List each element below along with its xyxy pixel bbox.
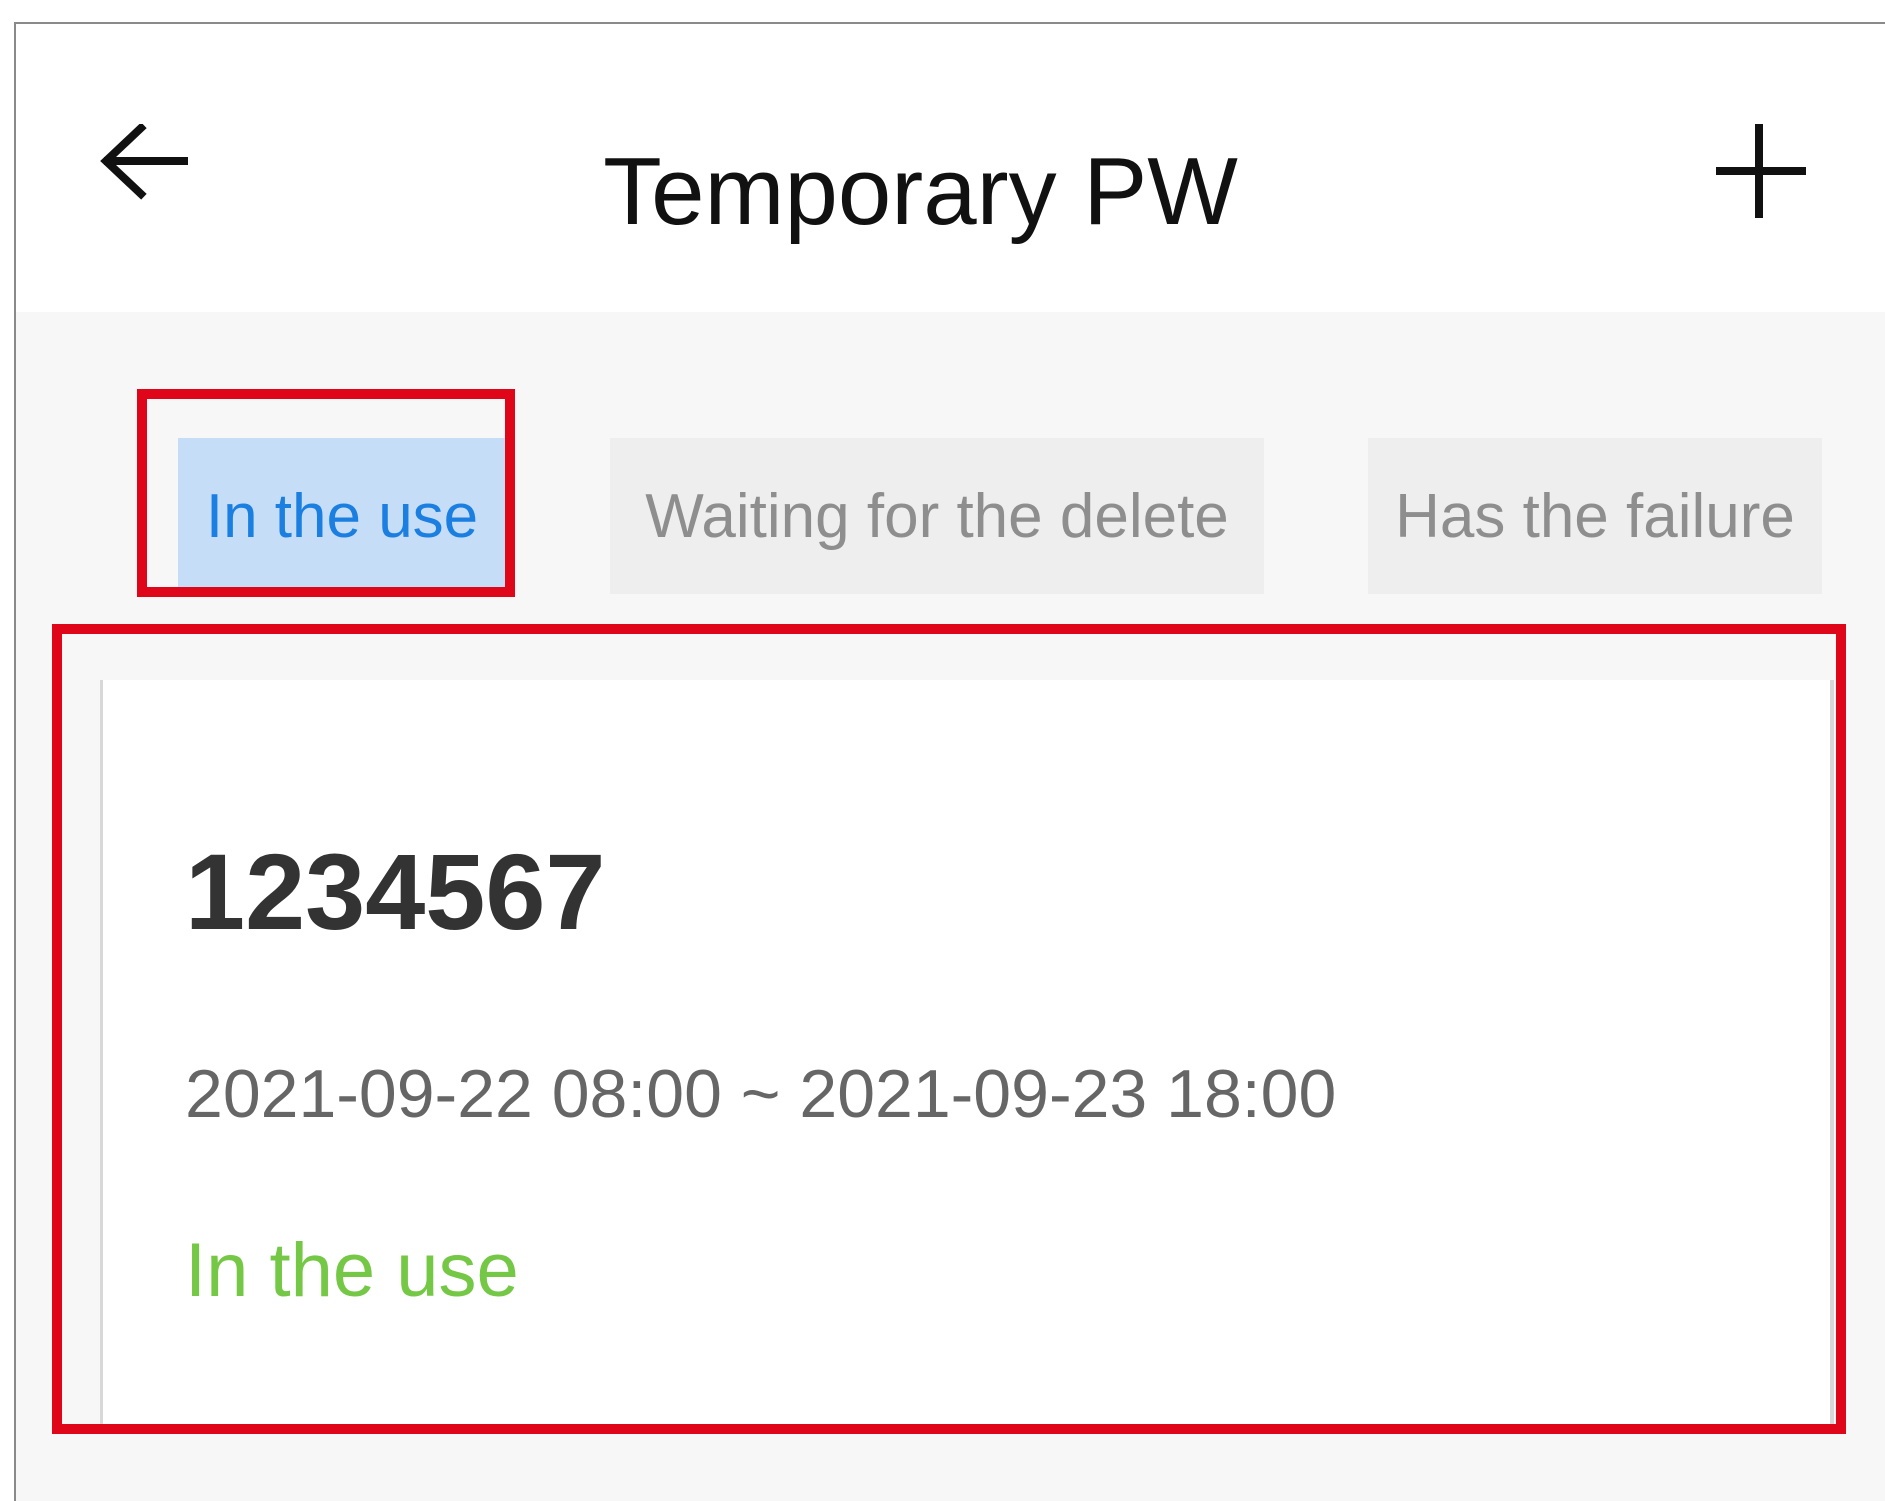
password-code: 1234567 (185, 831, 606, 952)
tab-waiting-for-delete[interactable]: Waiting for the delete (610, 438, 1264, 594)
tab-in-use[interactable]: In the use (178, 438, 506, 594)
app-screen: Temporary PW In the use Waiting for the … (14, 22, 1885, 1501)
validity-period: 2021-09-22 08:00 ~ 2021-09-23 18:00 (185, 1056, 1337, 1132)
password-card[interactable]: 1234567 2021-09-22 08:00 ~ 2021-09-23 18… (100, 680, 1834, 1434)
tab-has-failure[interactable]: Has the failure (1368, 438, 1822, 594)
status-label: In the use (185, 1228, 519, 1313)
